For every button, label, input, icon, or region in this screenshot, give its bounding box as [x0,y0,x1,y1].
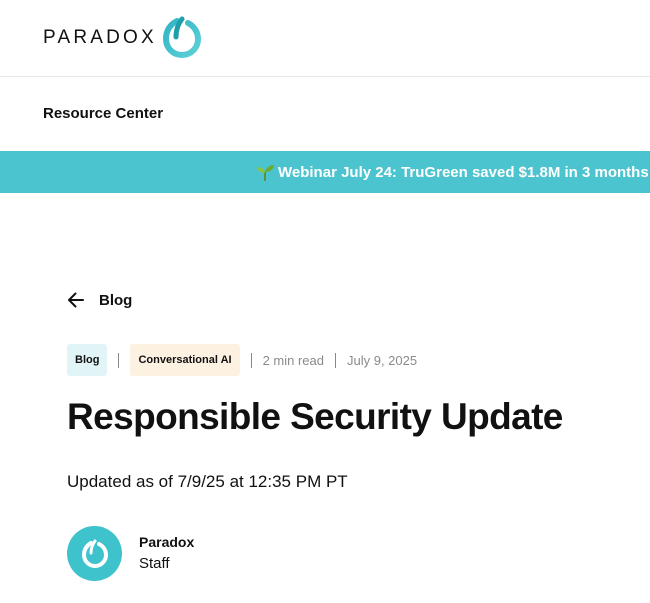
avatar [67,526,122,581]
tag-blog[interactable]: Blog [67,344,108,376]
banner-content[interactable]: Webinar July 24: TruGreen saved $1.8M in… [255,162,649,182]
article-title: Responsible Security Update [67,396,563,437]
sprout-icon [257,165,274,181]
tag-conversational-ai[interactable]: Conversational AI [130,344,240,376]
paradox-avatar-icon [81,539,108,568]
author-role: Staff [139,554,170,572]
paradox-logo-icon [162,16,201,58]
author-name: Paradox [139,533,195,550]
author-info: Paradox Staff [139,534,194,572]
announcement-banner[interactable]: Webinar July 24: TruGreen saved $1.8M in… [0,151,650,193]
top-header: PARADOX [0,0,650,77]
meta-divider [335,352,336,368]
meta-divider [118,352,120,368]
publish-date: July 9, 2025 [347,352,418,368]
meta-divider [250,352,252,368]
back-link-label: Blog [99,291,133,309]
arrow-left-icon [68,292,84,308]
resource-center-link[interactable]: Resource Center [43,105,163,122]
article-meta: Blog Conversational AI 2 min read July 9… [67,344,417,376]
updated-timestamp: Updated as of 7/9/25 at 12:35 PM PT [67,472,348,491]
author-block: Paradox Staff [67,526,194,581]
paradox-logo[interactable]: PARADOX [43,16,203,58]
logo-wordmark: PARADOX [43,26,157,48]
banner-text: Webinar July 24: TruGreen saved $1.8M in… [278,163,649,181]
back-to-blog-link[interactable]: Blog [67,291,132,309]
read-time: 2 min read [262,352,324,368]
sub-navigation: Resource Center [0,77,650,151]
